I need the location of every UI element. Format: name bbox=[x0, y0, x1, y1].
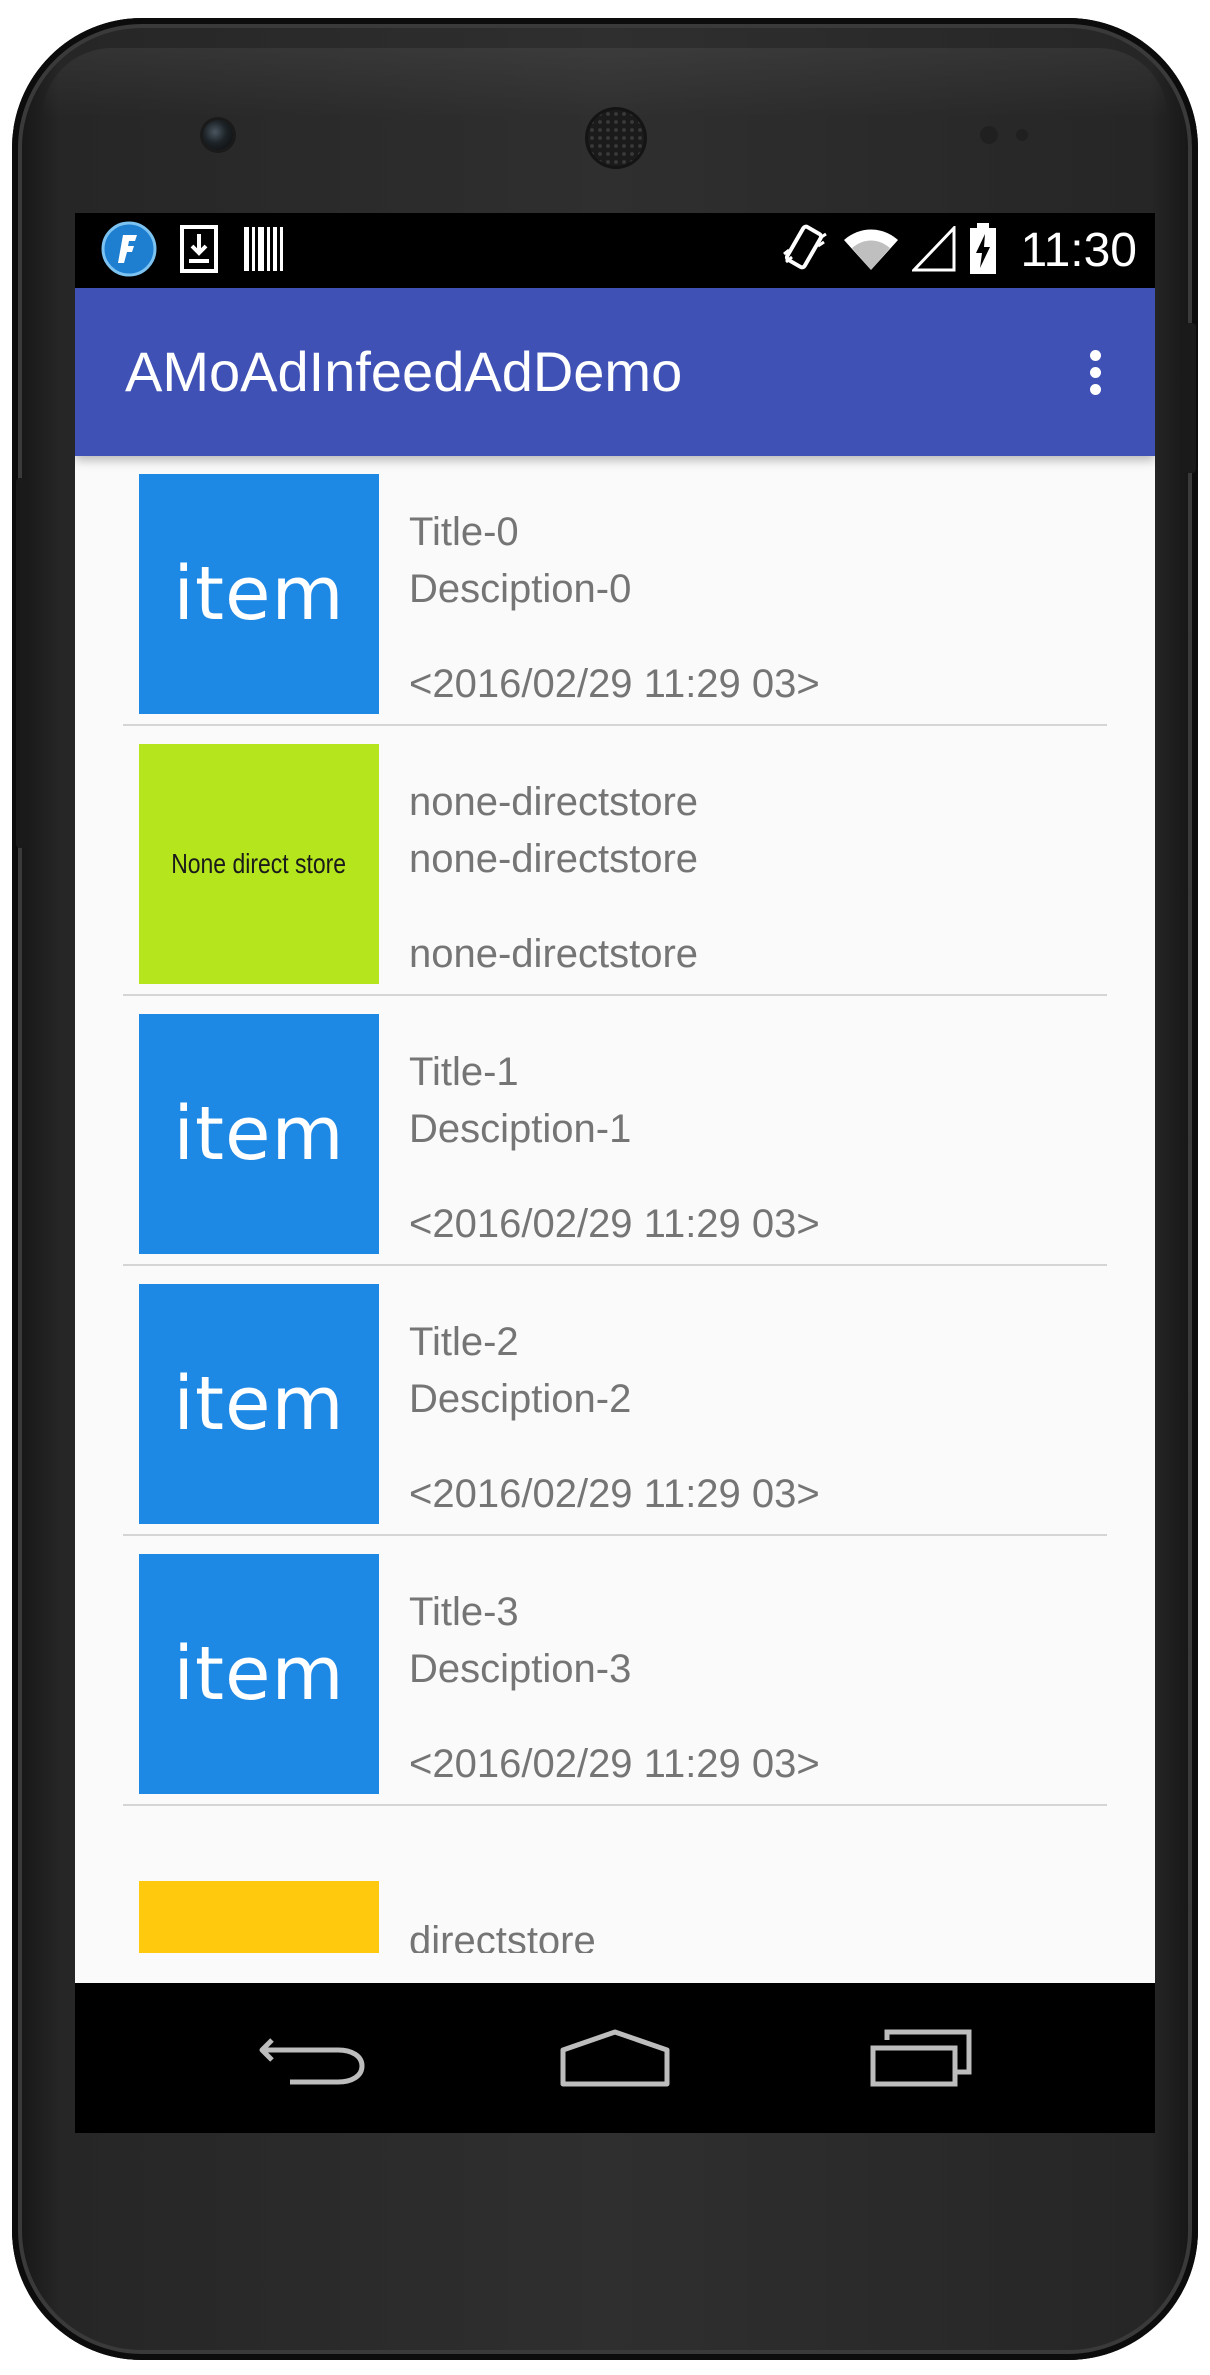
item-thumbnail: item bbox=[139, 474, 379, 714]
item-title: Title-3 bbox=[409, 1590, 519, 1634]
list-item[interactable]: item Title-1 Desciption-1 <2016/02/29 11… bbox=[123, 996, 1107, 1266]
list-item[interactable]: item Title-2 Desciption-2 <2016/02/29 11… bbox=[123, 1266, 1107, 1536]
list-item[interactable]: item Title-0 Desciption-0 <2016/02/29 11… bbox=[123, 456, 1107, 726]
cell-signal-icon bbox=[910, 223, 956, 276]
item-timestamp: <2016/02/29 11:29 03> bbox=[409, 1202, 820, 1246]
item-timestamp: <2016/02/29 11:29 03> bbox=[409, 662, 820, 706]
ad-thumbnail: None direct store bbox=[139, 744, 379, 984]
light-sensor bbox=[1016, 129, 1028, 141]
item-title: Title-2 bbox=[409, 1320, 519, 1364]
ad-item-partial[interactable]: directstore bbox=[75, 1881, 1155, 1953]
thumbnail-label: item bbox=[173, 1091, 345, 1177]
item-timestamp: <2016/02/29 11:29 03> bbox=[409, 1742, 820, 1786]
wifi-icon bbox=[842, 226, 900, 276]
power-button bbox=[1184, 323, 1196, 473]
device-gloss bbox=[42, 48, 1168, 118]
item-description: Desciption-0 bbox=[409, 567, 632, 611]
ad-meta: none-directstore bbox=[409, 932, 699, 976]
status-notification-icons bbox=[101, 213, 285, 288]
ad-title: directstore bbox=[409, 1919, 596, 1953]
item-title: Title-0 bbox=[409, 510, 519, 554]
home-icon[interactable] bbox=[545, 2013, 685, 2103]
item-description: Desciption-2 bbox=[409, 1377, 632, 1421]
item-timestamp: <2016/02/29 11:29 03> bbox=[409, 1472, 820, 1516]
thumbnail-label: item bbox=[173, 551, 345, 637]
item-thumbnail: item bbox=[139, 1014, 379, 1254]
download-icon bbox=[179, 224, 219, 278]
app-title: AMoAdInfeedAdDemo bbox=[125, 340, 683, 403]
status-time: 11:30 bbox=[1020, 224, 1137, 277]
status-system-icons: 11:30 bbox=[780, 213, 1137, 288]
vibrate-icon bbox=[780, 222, 830, 280]
item-description: Desciption-1 bbox=[409, 1107, 632, 1151]
front-camera bbox=[203, 120, 233, 150]
device-screen: 11:30 AMoAdInfeedAdDemo item Title-0 Des… bbox=[75, 213, 1155, 2133]
menu-dot bbox=[1089, 383, 1101, 395]
barcode-icon bbox=[241, 224, 285, 278]
proximity-sensor bbox=[980, 126, 998, 144]
back-icon[interactable] bbox=[243, 2013, 383, 2103]
item-thumbnail: item bbox=[139, 1284, 379, 1524]
freeline-app-icon bbox=[101, 221, 157, 281]
recents-icon[interactable] bbox=[851, 2013, 991, 2103]
menu-dot bbox=[1089, 366, 1101, 378]
ad-item[interactable]: None direct store none-directstore none-… bbox=[123, 726, 1107, 996]
item-description: Desciption-3 bbox=[409, 1647, 632, 1691]
volume-button bbox=[16, 478, 28, 848]
more-vert-icon[interactable] bbox=[1065, 342, 1125, 402]
thumbnail-label: item bbox=[173, 1631, 345, 1717]
ad-description: none-directstore bbox=[409, 837, 699, 881]
menu-dot bbox=[1089, 349, 1101, 361]
thumbnail-label: item bbox=[173, 1361, 345, 1447]
item-thumbnail: item bbox=[139, 1554, 379, 1794]
navigation-bar bbox=[75, 1983, 1155, 2133]
thumbnail-label: None direct store bbox=[171, 848, 347, 879]
ad-thumbnail bbox=[139, 1881, 379, 1953]
list-item[interactable]: item Title-3 Desciption-3 <2016/02/29 11… bbox=[123, 1536, 1107, 1806]
status-bar: 11:30 bbox=[75, 213, 1155, 288]
app-bar: AMoAdInfeedAdDemo bbox=[75, 288, 1155, 456]
item-title: Title-1 bbox=[409, 1050, 519, 1094]
earpiece-speaker bbox=[588, 110, 644, 166]
infeed-list[interactable]: item Title-0 Desciption-0 <2016/02/29 11… bbox=[75, 456, 1155, 2133]
battery-charging-icon bbox=[968, 222, 998, 280]
ad-title: none-directstore bbox=[409, 780, 699, 824]
phone-device: 11:30 AMoAdInfeedAdDemo item Title-0 Des… bbox=[12, 18, 1198, 2360]
